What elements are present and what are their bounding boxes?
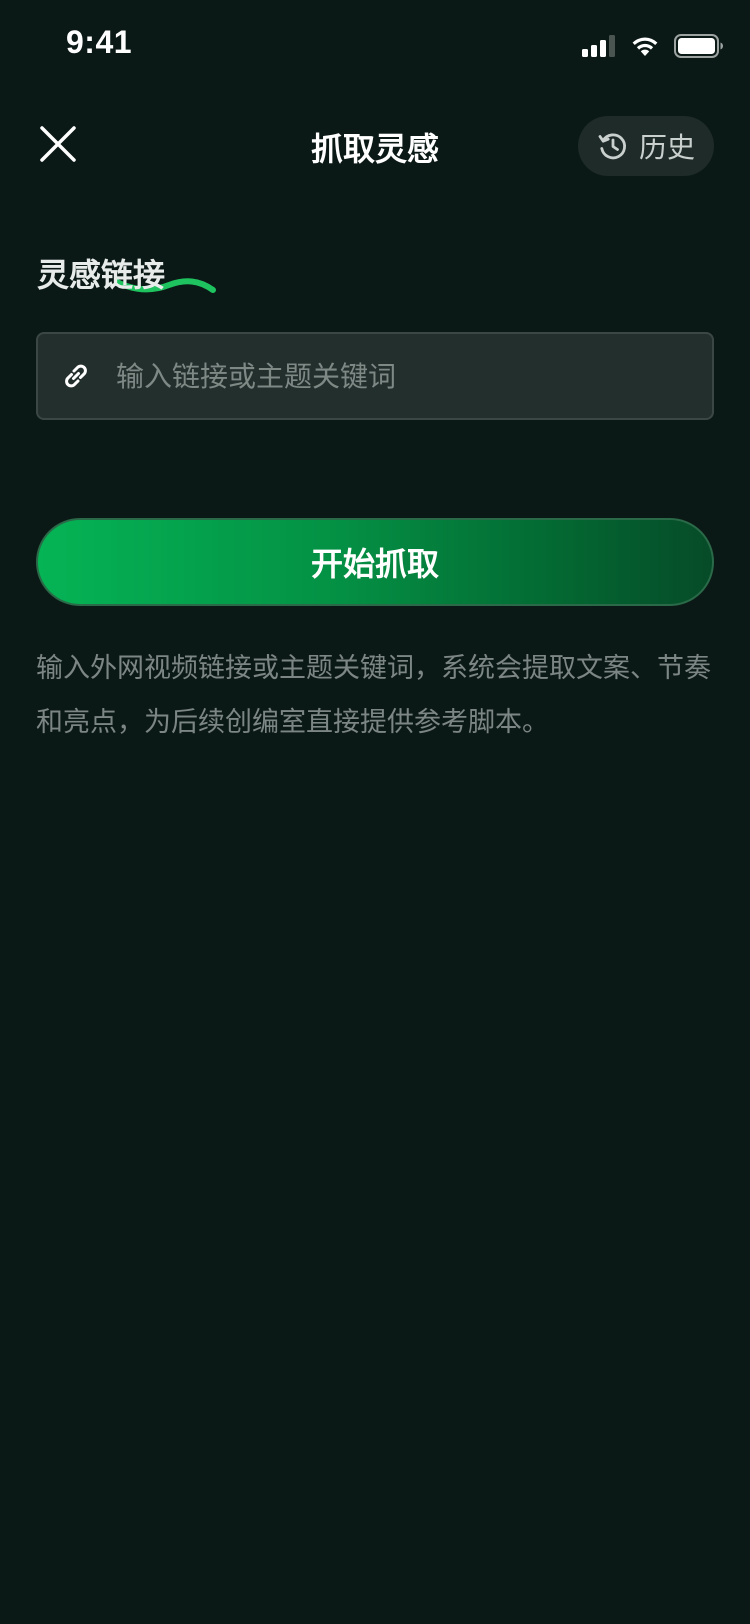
history-button[interactable]: 历史: [578, 116, 714, 176]
status-bar: 9:41: [0, 0, 750, 92]
history-icon: [598, 133, 626, 160]
section-header: 灵感链接: [37, 250, 216, 296]
cellular-signal-icon: [582, 35, 615, 57]
link-input[interactable]: [116, 336, 712, 416]
start-capture-button[interactable]: 开始抓取: [36, 518, 714, 606]
start-capture-label: 开始抓取: [310, 545, 439, 583]
wifi-icon: [632, 37, 658, 56]
help-description: 输入外网视频链接或主题关键词，系统会提取文案、节奏和亮点，为后续创编室直接提供参…: [36, 653, 711, 738]
status-icons: [582, 34, 724, 58]
link-icon: [65, 364, 87, 388]
battery-icon: [674, 34, 723, 58]
screen: 9:41 抓取灵感 历史 灵感链接 输入链接或主题关键词 开始抓取 输入外网视频…: [0, 0, 750, 1624]
status-time: 9:41: [66, 24, 133, 60]
section-label: 灵感链接: [37, 256, 166, 294]
history-label: 历史: [638, 131, 695, 164]
link-input-box[interactable]: [36, 332, 714, 420]
